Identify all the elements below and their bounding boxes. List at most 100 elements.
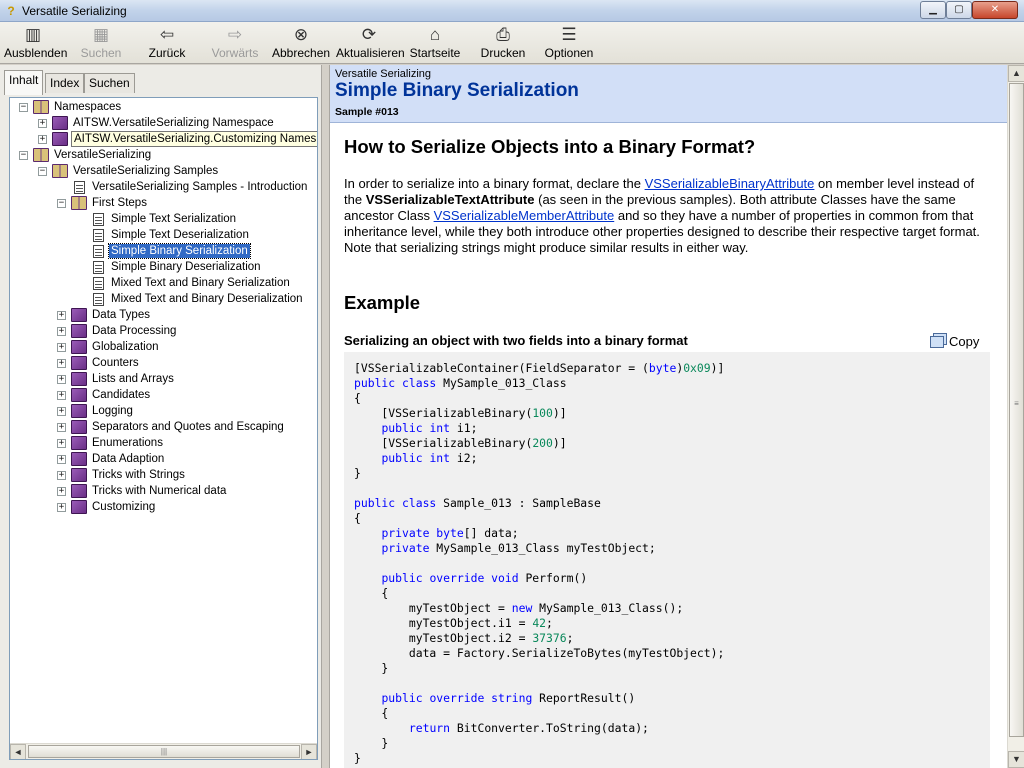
tree-node[interactable]: VersatileSerializing Samples - Introduct… [57, 179, 309, 195]
scroll-thumb[interactable]: ||| [28, 745, 300, 758]
minimize-button[interactable]: ▁ [920, 1, 946, 19]
code-line: [VSSerializableBinary(100)] [354, 406, 724, 421]
expand-icon[interactable]: + [57, 470, 66, 480]
tree-node[interactable]: + Enumerations [57, 435, 165, 451]
tree-node-label[interactable]: Data Types [90, 308, 152, 322]
expand-icon[interactable]: + [57, 486, 66, 496]
stop-button[interactable]: ⊗ Abbrechen [272, 24, 330, 62]
tree-node[interactable]: Simple Text Serialization [76, 211, 238, 227]
tree-node-label[interactable]: Mixed Text and Binary Deserialization [109, 292, 305, 306]
binary-attribute-link[interactable]: VSSerializableBinaryAttribute [645, 176, 815, 191]
tree-node-label[interactable]: Namespaces [52, 100, 123, 114]
tree-node[interactable]: Simple Binary Serialization [76, 243, 251, 259]
options-button[interactable]: ☰ Optionen [544, 24, 594, 62]
tree-node[interactable]: + Tricks with Numerical data [57, 483, 228, 499]
tree-node[interactable]: − VersatileSerializing Samples [38, 163, 220, 179]
search-button[interactable]: ▦ Suchen [78, 24, 124, 62]
expand-icon[interactable]: + [57, 502, 66, 512]
home-button[interactable]: ⌂ Startseite [408, 24, 462, 62]
collapse-icon[interactable]: − [38, 166, 47, 176]
tree-node[interactable]: + Tricks with Strings [57, 467, 187, 483]
tree-node[interactable]: + Data Adaption [57, 451, 166, 467]
tree-node-label[interactable]: Separators and Quotes and Escaping [90, 420, 286, 434]
tree-node[interactable]: + Data Processing [57, 323, 178, 339]
tree-node-label[interactable]: Enumerations [90, 436, 165, 450]
collapse-icon[interactable]: − [19, 102, 28, 112]
content-scroll-thumb[interactable]: ≡ [1009, 83, 1024, 737]
tree-node[interactable]: Simple Binary Deserialization [76, 259, 263, 275]
collapse-icon[interactable]: − [19, 150, 28, 160]
tree-node-label[interactable]: Tricks with Strings [90, 468, 187, 482]
tree-node-label[interactable]: Globalization [90, 340, 160, 354]
tree-node-label[interactable]: Data Adaption [90, 452, 166, 466]
expand-icon[interactable]: + [38, 134, 47, 144]
tree-node-label[interactable]: Simple Binary Deserialization [109, 260, 263, 274]
tree-node[interactable]: + Counters [57, 355, 141, 371]
tree-node-label[interactable]: VersatileSerializing Samples [71, 164, 220, 178]
tree-node-label[interactable]: VersatileSerializing Samples - Introduct… [90, 180, 309, 194]
scroll-up-icon[interactable]: ▲ [1008, 65, 1024, 82]
close-button[interactable]: ✕ [972, 1, 1018, 19]
tree-node[interactable]: − Namespaces [19, 99, 123, 115]
tree-node[interactable]: − First Steps [57, 195, 149, 211]
tree-node[interactable]: + Logging [57, 403, 135, 419]
tab-index[interactable]: Index [45, 73, 85, 93]
expand-icon[interactable]: + [57, 326, 66, 336]
tree-node-label[interactable]: Customizing [90, 500, 157, 514]
forward-button[interactable]: ⇨ Vorwärts [210, 24, 260, 62]
tree-node[interactable]: + Separators and Quotes and Escaping [57, 419, 286, 435]
tree-node-label[interactable]: Simple Binary Serialization [108, 243, 251, 259]
expand-icon[interactable]: + [57, 406, 66, 416]
expand-icon[interactable]: + [57, 358, 66, 368]
scroll-down-icon[interactable]: ▼ [1008, 751, 1024, 768]
collapse-icon[interactable]: − [57, 198, 66, 208]
member-attribute-link[interactable]: VSSerializableMemberAttribute [434, 208, 615, 223]
tree-node-label[interactable]: First Steps [90, 196, 149, 210]
tree-node-label[interactable]: Lists and Arrays [90, 372, 176, 386]
tree-node-label[interactable]: Logging [90, 404, 135, 418]
tree-node-label[interactable]: Simple Text Deserialization [109, 228, 251, 242]
tree-node-label[interactable]: AITSW.VersatileSerializing.Customizing N… [71, 131, 317, 147]
tree-node[interactable]: + Lists and Arrays [57, 371, 176, 387]
expand-icon[interactable]: + [57, 374, 66, 384]
expand-icon[interactable]: + [57, 342, 66, 352]
tree-node[interactable]: + Data Types [57, 307, 152, 323]
print-button[interactable]: ⎙ Drucken [478, 24, 528, 62]
tree-node[interactable]: + Globalization [57, 339, 160, 355]
scroll-left-icon[interactable]: ◄ [10, 744, 26, 759]
tree-node-label[interactable]: Data Processing [90, 324, 178, 338]
tree-node[interactable]: Mixed Text and Binary Serialization [76, 275, 292, 291]
tree-node[interactable]: + AITSW.VersatileSerializing Namespace [38, 115, 276, 131]
tree-node-label[interactable]: Tricks with Numerical data [90, 484, 228, 498]
expand-icon[interactable]: + [57, 438, 66, 448]
expand-icon[interactable]: + [57, 310, 66, 320]
tree-node[interactable]: + Customizing [57, 499, 157, 515]
tree-node-label[interactable]: Candidates [90, 388, 152, 402]
maximize-button[interactable]: ▢ [946, 1, 972, 19]
tree-node-label[interactable]: Mixed Text and Binary Serialization [109, 276, 292, 290]
tree-node[interactable]: − VersatileSerializing [19, 147, 153, 163]
tree-node[interactable]: Mixed Text and Binary Deserialization [76, 291, 305, 307]
tree-node-label[interactable]: Simple Text Serialization [109, 212, 238, 226]
tree-node-label[interactable]: VersatileSerializing [52, 148, 153, 162]
expand-icon[interactable]: + [57, 454, 66, 464]
back-button[interactable]: ⇦ Zurück [146, 24, 188, 62]
hide-button[interactable]: ▥ Ausblenden [4, 24, 67, 62]
copy-button[interactable]: Copy [930, 334, 979, 349]
code-text: [VSSerializableBinary( [354, 436, 533, 450]
tab-contents[interactable]: Inhalt [4, 70, 44, 95]
tab-search[interactable]: Suchen [84, 73, 135, 93]
tree-node[interactable]: + AITSW.VersatileSerializing.Customizing … [38, 131, 317, 147]
scroll-right-icon[interactable]: ► [301, 744, 317, 759]
expand-icon[interactable]: + [38, 118, 47, 128]
content-vertical-scrollbar[interactable]: ▲ ≡ ▼ [1007, 65, 1024, 768]
tree-node-label[interactable]: AITSW.VersatileSerializing Namespace [71, 116, 276, 130]
tree-node[interactable]: + Candidates [57, 387, 152, 403]
tree-node[interactable]: Simple Text Deserialization [76, 227, 251, 243]
tree-horizontal-scrollbar[interactable]: ◄ ||| ► [10, 743, 317, 759]
expand-icon[interactable]: + [57, 422, 66, 432]
refresh-button[interactable]: ⟳ Aktualisieren [336, 24, 405, 62]
expand-icon[interactable]: + [57, 390, 66, 400]
tree-node-label[interactable]: Counters [90, 356, 141, 370]
